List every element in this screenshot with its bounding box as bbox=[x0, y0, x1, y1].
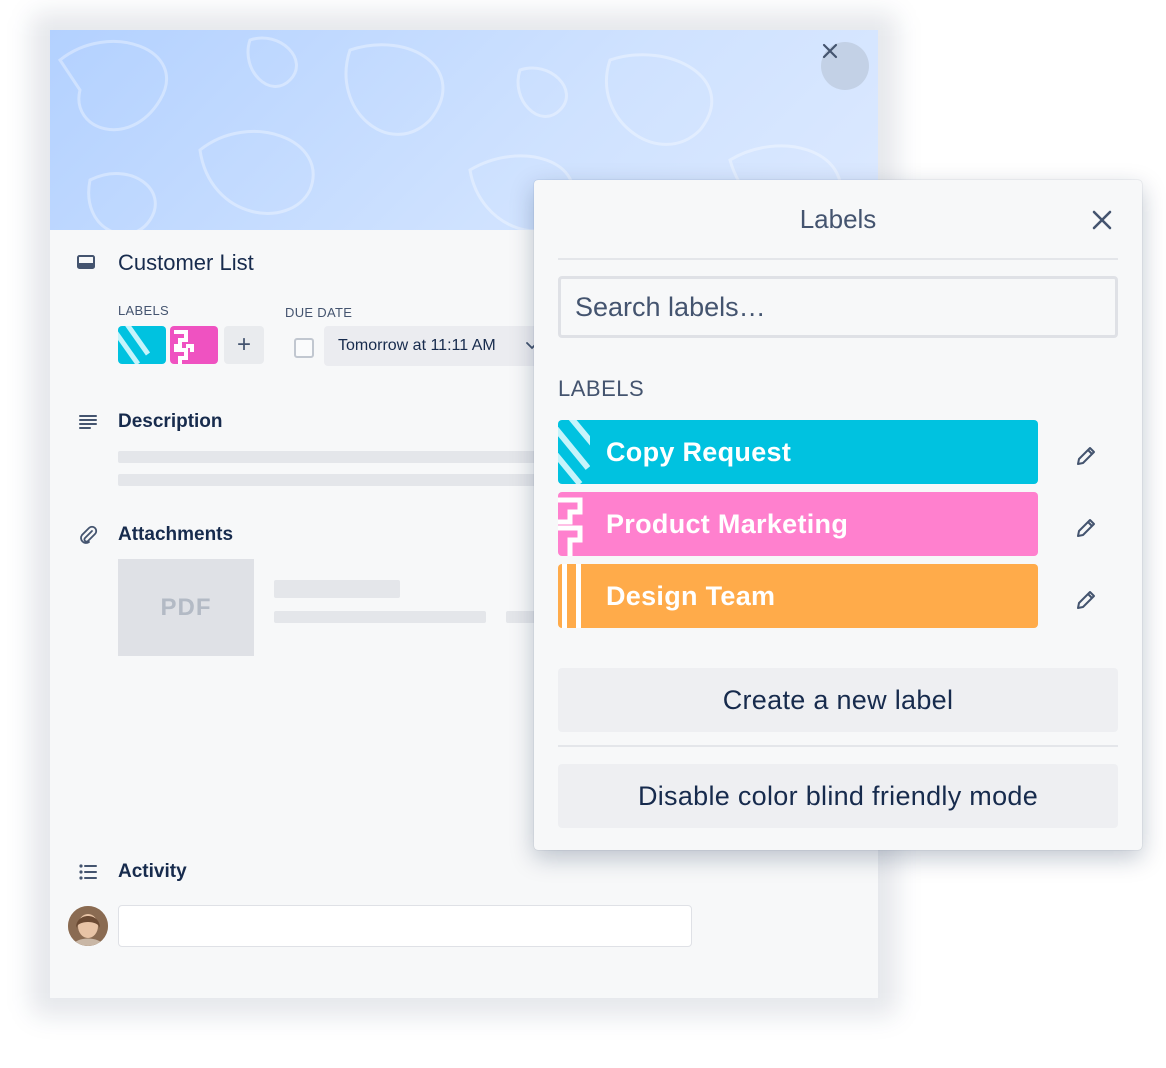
popover-divider bbox=[558, 745, 1118, 747]
stripes-pattern bbox=[558, 420, 590, 484]
labels-field-heading: LABELS bbox=[118, 303, 169, 318]
label-product-marketing[interactable]: Product Marketing bbox=[558, 492, 1038, 556]
card-title[interactable]: Customer List bbox=[118, 250, 254, 276]
close-icon bbox=[822, 43, 838, 59]
blocks-pattern bbox=[558, 497, 583, 556]
edit-label-button[interactable] bbox=[1070, 512, 1102, 544]
label-name: Copy Request bbox=[606, 437, 792, 467]
attachment-name-placeholder bbox=[274, 580, 400, 598]
labels-popover: Labels LABELS Copy Request Product Marke… bbox=[534, 180, 1142, 850]
popover-divider bbox=[558, 258, 1118, 260]
due-date-button[interactable]: Tomorrow at 11:11 AM bbox=[324, 326, 554, 366]
attachment-icon bbox=[80, 525, 98, 544]
card-icon bbox=[77, 255, 95, 269]
labels-section-heading: LABELS bbox=[558, 376, 645, 401]
label-name: Design Team bbox=[606, 581, 776, 611]
activity-icon bbox=[79, 864, 97, 880]
pencil-icon bbox=[1077, 591, 1095, 609]
description-placeholder-line bbox=[118, 451, 538, 463]
description-heading: Description bbox=[118, 411, 223, 432]
pencil-icon bbox=[1077, 519, 1095, 537]
stripes-pattern bbox=[118, 326, 151, 364]
description-placeholder-line bbox=[118, 474, 538, 486]
avatar bbox=[68, 906, 108, 946]
create-label-button[interactable]: Create a new label bbox=[558, 668, 1118, 732]
pencil-icon bbox=[1077, 447, 1095, 465]
due-complete-checkbox[interactable] bbox=[294, 338, 314, 358]
label-name: Product Marketing bbox=[606, 509, 849, 539]
due-date-value: Tomorrow at 11:11 AM bbox=[338, 337, 496, 354]
label-design-team[interactable]: Design Team bbox=[558, 564, 1038, 628]
card-close-button[interactable] bbox=[821, 42, 869, 90]
edit-label-button[interactable] bbox=[1070, 440, 1102, 472]
add-label-button[interactable]: + bbox=[224, 326, 264, 364]
applied-label-product-marketing[interactable] bbox=[170, 326, 218, 364]
popover-close-button[interactable] bbox=[1088, 206, 1116, 234]
popover-title: Labels bbox=[799, 204, 877, 234]
applied-label-copy-request[interactable] bbox=[118, 326, 166, 364]
attachments-heading: Attachments bbox=[118, 524, 234, 545]
edit-label-button[interactable] bbox=[1070, 584, 1102, 616]
blocks-pattern bbox=[174, 330, 194, 364]
activity-heading: Activity bbox=[118, 861, 187, 882]
description-icon bbox=[79, 415, 97, 429]
comment-input[interactable] bbox=[118, 905, 692, 947]
due-date-field-heading: DUE DATE bbox=[285, 305, 353, 320]
colorblind-mode-button[interactable]: Disable color blind friendly mode bbox=[558, 764, 1118, 828]
search-labels-input[interactable] bbox=[558, 276, 1118, 338]
attachment-thumbnail[interactable]: PDF bbox=[118, 559, 254, 656]
close-icon bbox=[1092, 210, 1112, 230]
label-copy-request[interactable]: Copy Request bbox=[558, 420, 1038, 484]
bars-pattern bbox=[562, 564, 581, 628]
attachment-meta-placeholder bbox=[274, 611, 486, 623]
